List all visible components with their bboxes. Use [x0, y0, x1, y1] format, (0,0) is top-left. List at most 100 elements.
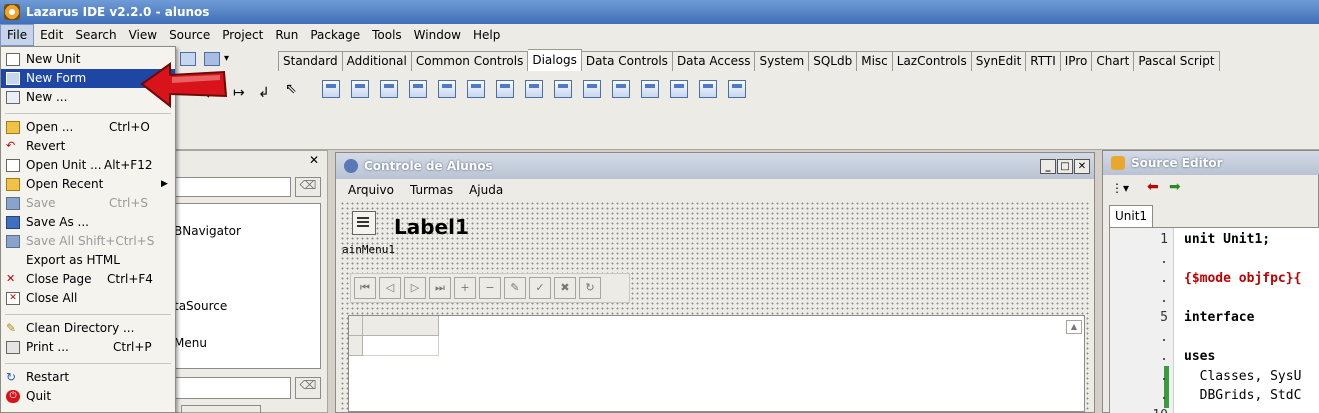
menu-item-export-html[interactable]: Export as HTML [1, 251, 175, 270]
tree-item[interactable]: BNavigator [174, 224, 241, 238]
property-tabs[interactable] [181, 405, 261, 413]
minimize-button[interactable]: _ [1040, 159, 1056, 174]
menu-item-save[interactable]: Save Ctrl+S [1, 194, 175, 213]
tab-misc[interactable]: Misc [857, 51, 893, 71]
open-dialog-icon[interactable] [322, 80, 340, 98]
tab-sqldb[interactable]: SQLdb [809, 51, 858, 71]
selection-pointer-icon[interactable]: ⇖ [282, 80, 300, 98]
save-picture-dialog-icon[interactable] [554, 80, 572, 98]
menu-tools[interactable]: Tools [366, 24, 408, 46]
code-line[interactable]: Classes, SysU [1184, 369, 1302, 384]
menu-view[interactable]: View [123, 24, 163, 46]
menu-edit[interactable]: Edit [34, 24, 69, 46]
code-line[interactable]: unit Unit1; [1184, 232, 1270, 247]
tree-item[interactable]: Menu [174, 336, 207, 350]
code-line[interactable]: DBGrids, StdC [1184, 388, 1302, 403]
step-out-icon[interactable]: ↲ [258, 85, 270, 101]
last-record-icon[interactable]: ⏭ [429, 277, 451, 299]
label1[interactable]: Label1 [394, 215, 469, 239]
menu-item-close-all[interactable]: ✕ Close All [1, 289, 175, 308]
grid-header-cell[interactable] [363, 316, 439, 336]
tree-item[interactable]: taSource [174, 299, 227, 313]
next-record-icon[interactable]: ▷ [404, 277, 426, 299]
print-setup-dialog-icon[interactable] [641, 80, 659, 98]
menu-item-open-unit[interactable]: Open Unit ... Alt+F12 [1, 156, 175, 175]
menu-search[interactable]: Search [69, 24, 122, 46]
menu-run[interactable]: Run [269, 24, 304, 46]
forward-arrow-icon[interactable]: ➡ [1169, 179, 1181, 195]
refresh-record-icon[interactable]: ↻ [579, 277, 601, 299]
form-canvas[interactable]: Label1 ainMenu1 ⏮ ◁ ▷ ⏭ + − ✎ ✓ ✖ ↻ ▲ [340, 201, 1090, 412]
db-navigator[interactable]: ⏮ ◁ ▷ ⏭ + − ✎ ✓ ✖ ↻ [350, 273, 630, 303]
save-dialog-icon[interactable] [351, 80, 369, 98]
tab-lazcontrols[interactable]: LazControls [892, 51, 972, 71]
menu-item-save-as[interactable]: Save As ... [1, 213, 175, 232]
tab-ipro[interactable]: IPro [1060, 51, 1093, 71]
menu-item-restart[interactable]: ↻ Restart [1, 368, 175, 387]
tab-rtti[interactable]: RTTI [1026, 51, 1061, 71]
replace-dialog-icon[interactable] [496, 80, 514, 98]
find-dialog-icon[interactable] [467, 80, 485, 98]
editor-options-icon[interactable]: ⋮▾ [1111, 181, 1129, 195]
tab-standard[interactable]: Standard [278, 51, 343, 71]
component-tree[interactable]: BNavigator taSource Menu [151, 203, 321, 369]
close-button[interactable]: ✕ [1074, 159, 1090, 174]
clear-property-filter-icon[interactable]: ⌫ [295, 377, 321, 399]
tab-pascal-script[interactable]: Pascal Script [1134, 51, 1220, 71]
close-icon[interactable]: ✕ [309, 153, 319, 167]
menu-file[interactable]: File [0, 24, 35, 46]
cancel-record-icon[interactable]: ✖ [554, 277, 576, 299]
color-dialog-icon[interactable] [409, 80, 427, 98]
print-dialog-icon[interactable] [670, 80, 688, 98]
menu-item-clean-directory[interactable]: ✎ Clean Directory ... [1, 319, 175, 338]
code-line[interactable]: {$mode objfpc}{ [1184, 271, 1301, 286]
menu-item-quit[interactable]: ⏻ Quit [1, 387, 175, 406]
menu-item-open-recent[interactable]: Open Recent ▶ [1, 175, 175, 194]
open-picture-dialog-icon[interactable] [525, 80, 543, 98]
menu-item-open[interactable]: Open ... Ctrl+O [1, 118, 175, 137]
main-menu-component-icon[interactable] [352, 211, 376, 235]
tab-additional[interactable]: Additional [342, 51, 412, 71]
code-editor[interactable]: 1 unit Unit1;.. {$mode objfpc}{. 5 interface… [1109, 227, 1319, 413]
back-arrow-icon[interactable]: ⬅ [1147, 179, 1159, 195]
delete-record-icon[interactable]: − [479, 277, 501, 299]
tab-unit1[interactable]: Unit1 [1109, 205, 1153, 227]
tab-data-access[interactable]: Data Access [672, 51, 756, 71]
menu-item-revert[interactable]: ↶ Revert [1, 137, 175, 156]
tab-data-controls[interactable]: Data Controls [581, 51, 673, 71]
edit-record-icon[interactable]: ✎ [504, 277, 526, 299]
menu-package[interactable]: Package [304, 24, 366, 46]
tab-chart[interactable]: Chart [1092, 51, 1135, 71]
code-line[interactable]: interface [1184, 310, 1254, 325]
calculator-dialog-icon[interactable] [612, 80, 630, 98]
font-dialog-icon[interactable] [438, 80, 456, 98]
post-record-icon[interactable]: ✓ [529, 277, 551, 299]
menu-item-close-page[interactable]: ✕ Close Page Ctrl+F4 [1, 270, 175, 289]
calendar-dialog-icon[interactable] [583, 80, 601, 98]
tab-common-controls[interactable]: Common Controls [411, 51, 529, 71]
maximize-button[interactable]: □ [1057, 159, 1073, 174]
page-setup-dialog-icon[interactable] [699, 80, 717, 98]
grid-cell[interactable] [363, 336, 439, 356]
menu-item-print[interactable]: Print ... Ctrl+P [1, 338, 175, 357]
scroll-up-icon[interactable]: ▲ [1066, 320, 1082, 334]
select-directory-dialog-icon[interactable] [380, 80, 398, 98]
menu-source[interactable]: Source [163, 24, 216, 46]
menu-help[interactable]: Help [467, 24, 506, 46]
code-line[interactable]: uses [1184, 349, 1215, 364]
menu-item-save-all[interactable]: Save All Shift+Ctrl+S [1, 232, 175, 251]
menu-project[interactable]: Project [216, 24, 269, 46]
tab-synedit[interactable]: SynEdit [971, 51, 1027, 71]
db-grid[interactable]: ▲ [348, 315, 1085, 412]
tab-dialogs[interactable]: Dialogs [528, 49, 582, 71]
first-record-icon[interactable]: ⏮ [354, 277, 376, 299]
step-over-icon[interactable]: ↦ [233, 85, 245, 101]
task-dialog-icon[interactable] [728, 80, 746, 98]
form-menu-arquivo[interactable]: Arquivo [340, 183, 402, 197]
form-menu-ajuda[interactable]: Ajuda [461, 183, 511, 197]
tab-system[interactable]: System [755, 51, 810, 71]
form-menu-turmas[interactable]: Turmas [402, 183, 461, 197]
clear-filter-icon[interactable]: ⌫ [295, 177, 321, 197]
menu-window[interactable]: Window [408, 24, 467, 46]
insert-record-icon[interactable]: + [454, 277, 476, 299]
